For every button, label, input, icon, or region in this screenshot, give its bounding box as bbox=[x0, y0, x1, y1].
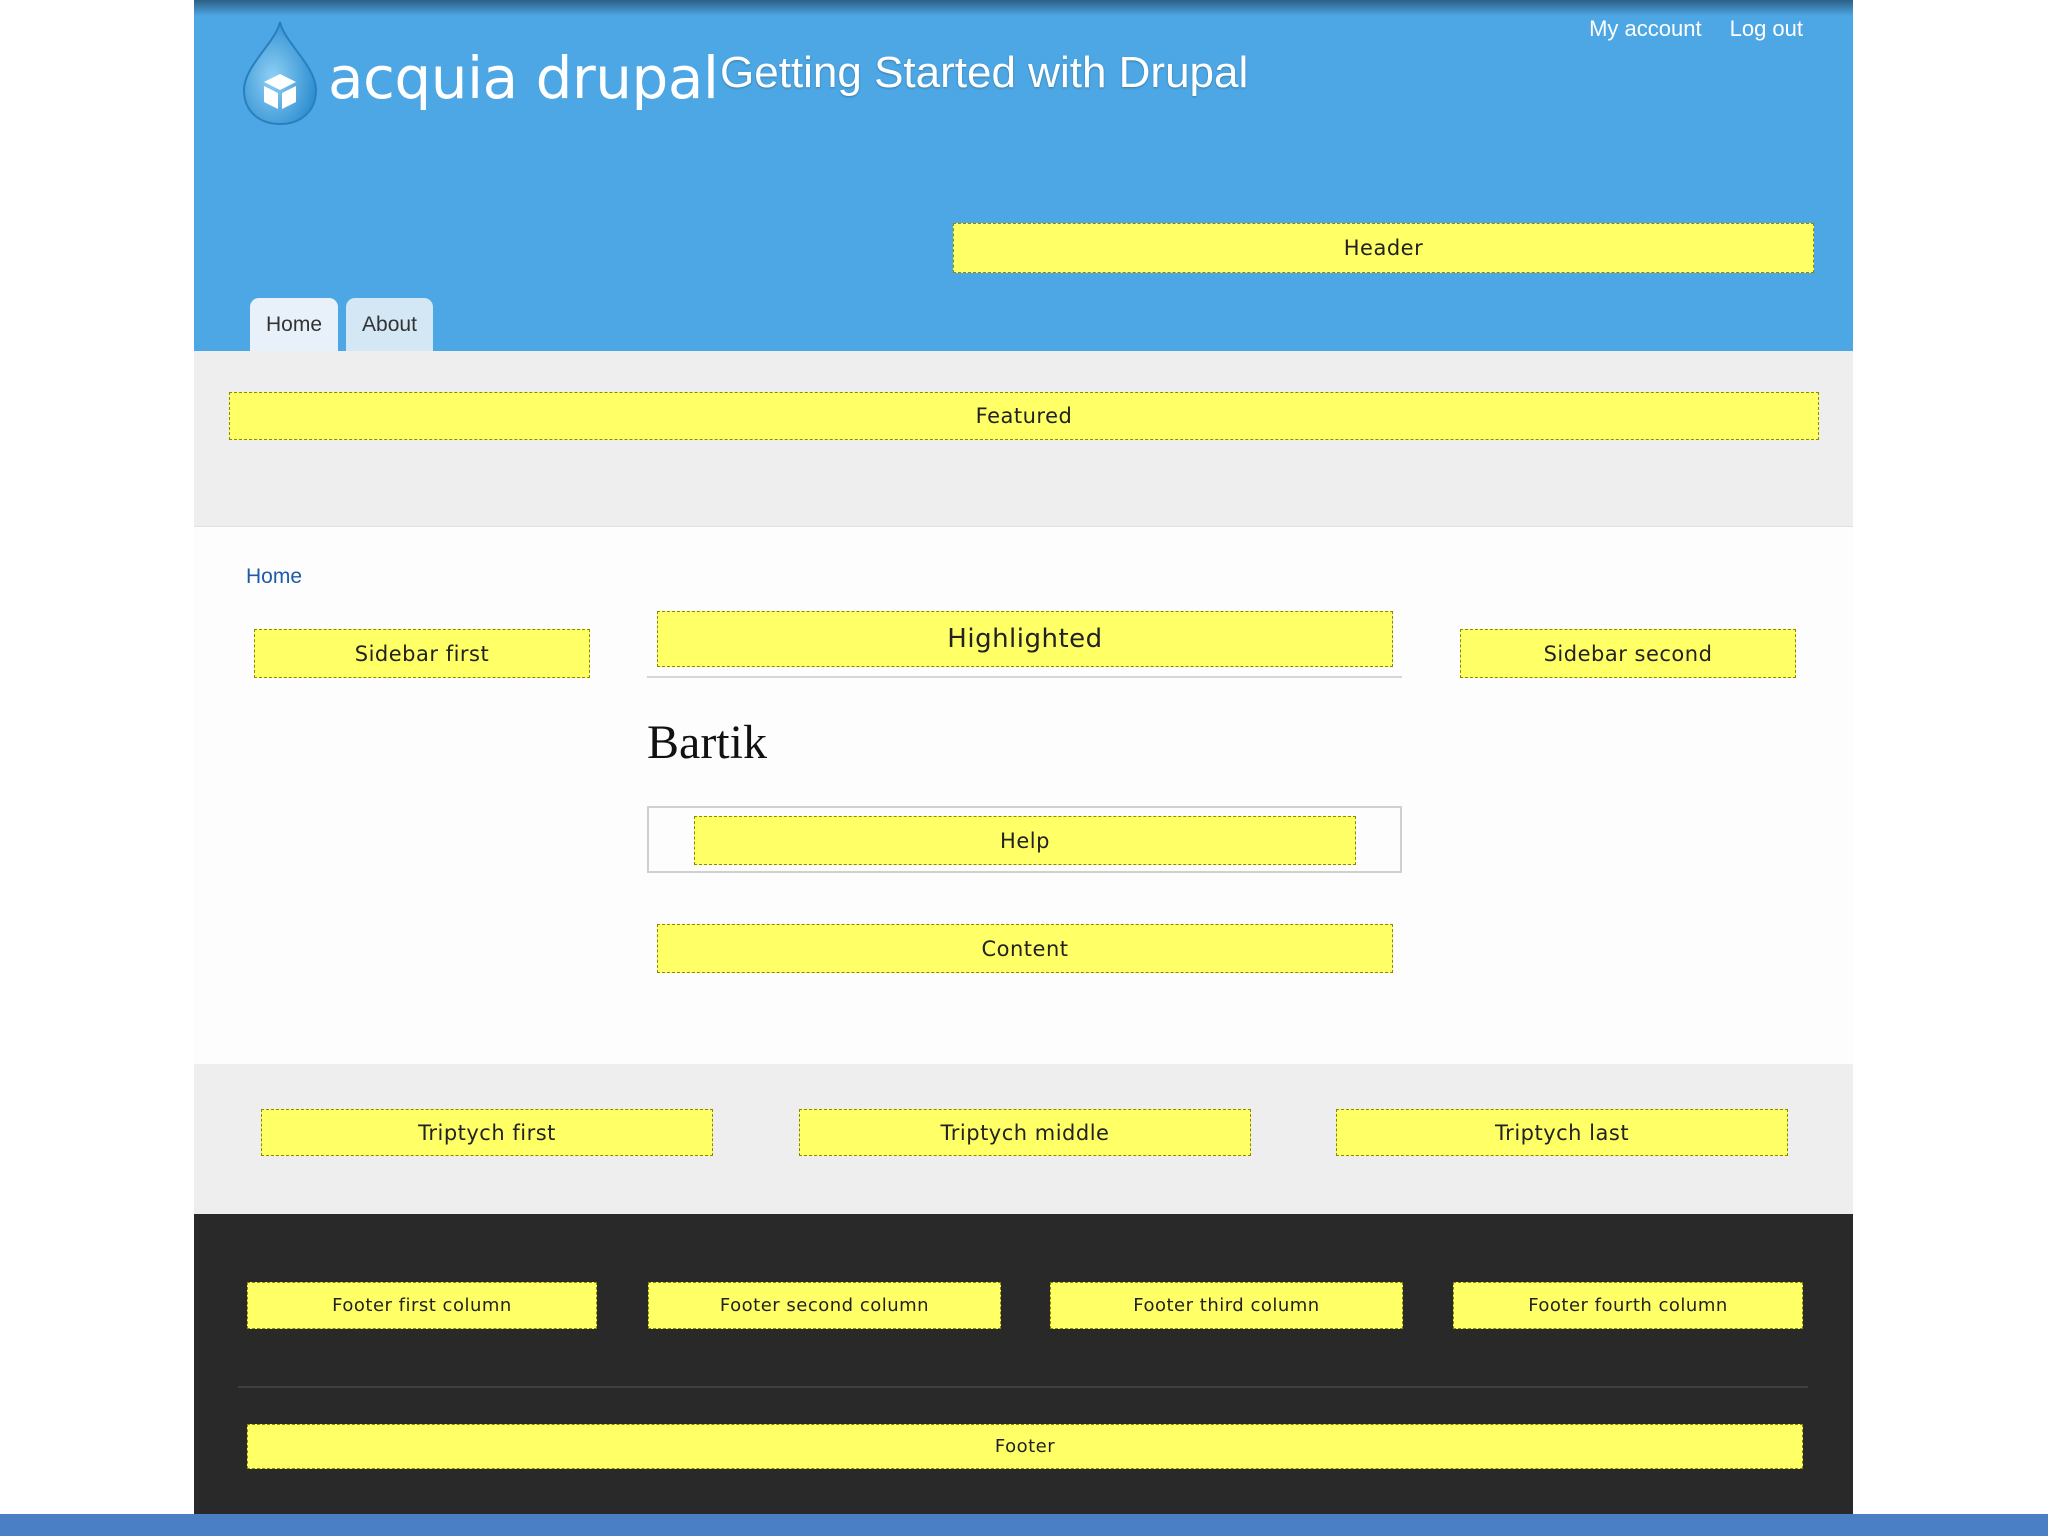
triptych-band: Triptych first Triptych middle Triptych … bbox=[194, 1064, 1853, 1214]
featured-band: Featured bbox=[194, 351, 1853, 527]
tab-about[interactable]: About bbox=[346, 298, 433, 351]
region-featured: Featured bbox=[229, 392, 1819, 440]
drupal-drop-icon bbox=[242, 21, 318, 126]
logo-text: acquia drupal bbox=[328, 44, 719, 112]
page-title: Bartik bbox=[647, 716, 767, 769]
my-account-link[interactable]: My account bbox=[1589, 16, 1702, 42]
region-sidebar-first: Sidebar first bbox=[254, 629, 590, 678]
main-menu: Home About bbox=[250, 298, 433, 351]
region-sidebar-second: Sidebar second bbox=[1460, 629, 1796, 678]
footer-band: Footer first column Footer second column… bbox=[194, 1214, 1853, 1536]
site-logo[interactable]: acquia drupal bbox=[240, 20, 719, 126]
region-triptych-first: Triptych first bbox=[261, 1109, 713, 1156]
region-footer-fourth-column: Footer fourth column bbox=[1453, 1282, 1803, 1329]
region-help: Help bbox=[694, 816, 1356, 865]
highlighted-divider bbox=[647, 676, 1402, 678]
page: acquia drupal Getting Started with Drupa… bbox=[194, 0, 1853, 1536]
region-footer: Footer bbox=[247, 1424, 1803, 1469]
breadcrumb[interactable]: Home bbox=[246, 565, 302, 589]
region-triptych-last: Triptych last bbox=[1336, 1109, 1788, 1156]
log-out-link[interactable]: Log out bbox=[1730, 16, 1803, 42]
region-footer-first-column: Footer first column bbox=[247, 1282, 597, 1329]
region-content: Content bbox=[657, 924, 1393, 973]
region-header: Header bbox=[953, 223, 1814, 273]
secondary-menu: My account Log out bbox=[1589, 16, 1803, 42]
region-footer-second-column: Footer second column bbox=[648, 1282, 1001, 1329]
footer-divider bbox=[238, 1386, 1808, 1388]
region-footer-third-column: Footer third column bbox=[1050, 1282, 1403, 1329]
help-box: Help bbox=[647, 806, 1402, 873]
bottom-strip bbox=[0, 1514, 2048, 1536]
main-band: Home Sidebar first Highlighted Sidebar s… bbox=[194, 527, 1853, 1064]
region-triptych-middle: Triptych middle bbox=[799, 1109, 1251, 1156]
site-name[interactable]: Getting Started with Drupal bbox=[720, 48, 1248, 98]
region-highlighted: Highlighted bbox=[657, 611, 1393, 667]
tab-home[interactable]: Home bbox=[250, 298, 339, 351]
header-band: acquia drupal Getting Started with Drupa… bbox=[194, 0, 1853, 351]
